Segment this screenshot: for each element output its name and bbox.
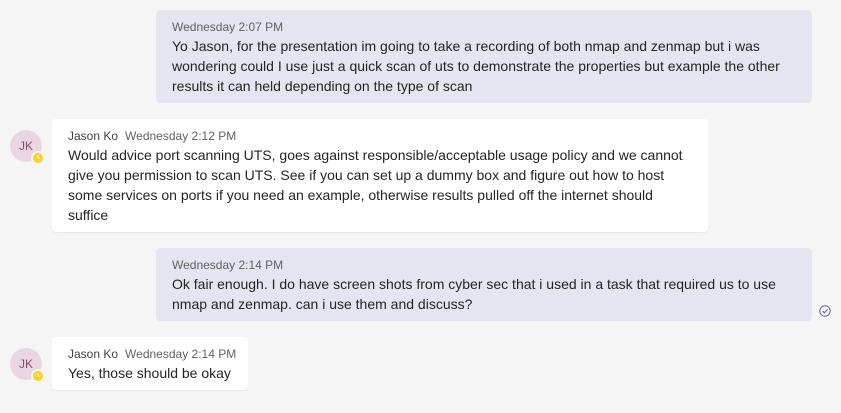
avatar-initials: JK: [18, 357, 33, 371]
message-header: Jason Ko Wednesday 2:12 PM: [68, 128, 692, 144]
avatar-initials: JK: [18, 139, 33, 153]
message-timestamp: Wednesday 2:12 PM: [125, 129, 237, 143]
message-text: Yo Jason, for the presentation im going …: [172, 38, 780, 94]
message-text: Yes, those should be okay: [68, 365, 231, 381]
sent-message[interactable]: Wednesday 2:14 PM Ok fair enough. I do h…: [156, 248, 812, 321]
avatar[interactable]: JK: [10, 348, 45, 383]
sent-message[interactable]: Wednesday 2:07 PM Yo Jason, for the pres…: [156, 10, 812, 103]
message-header: Jason Ko Wednesday 2:14 PM: [68, 346, 236, 362]
away-clock-icon: [31, 151, 45, 165]
received-message[interactable]: Jason Ko Wednesday 2:14 PM Yes, those sho…: [52, 337, 248, 390]
message-timestamp: Wednesday 2:14 PM: [125, 347, 237, 361]
seen-check-icon[interactable]: [819, 305, 831, 317]
away-clock-icon: [31, 369, 45, 383]
message-author: Jason Ko: [68, 129, 119, 143]
message-text: Would advice port scanning UTS, goes aga…: [68, 147, 683, 223]
avatar[interactable]: JK: [10, 130, 45, 165]
received-message[interactable]: Jason Ko Wednesday 2:12 PM Would advice p…: [52, 119, 708, 232]
message-text: Ok fair enough. I do have screen shots f…: [172, 276, 776, 312]
message-timestamp: Wednesday 2:14 PM: [172, 258, 284, 272]
message-author: Jason Ko: [68, 347, 119, 361]
message-timestamp: Wednesday 2:07 PM: [172, 20, 284, 34]
